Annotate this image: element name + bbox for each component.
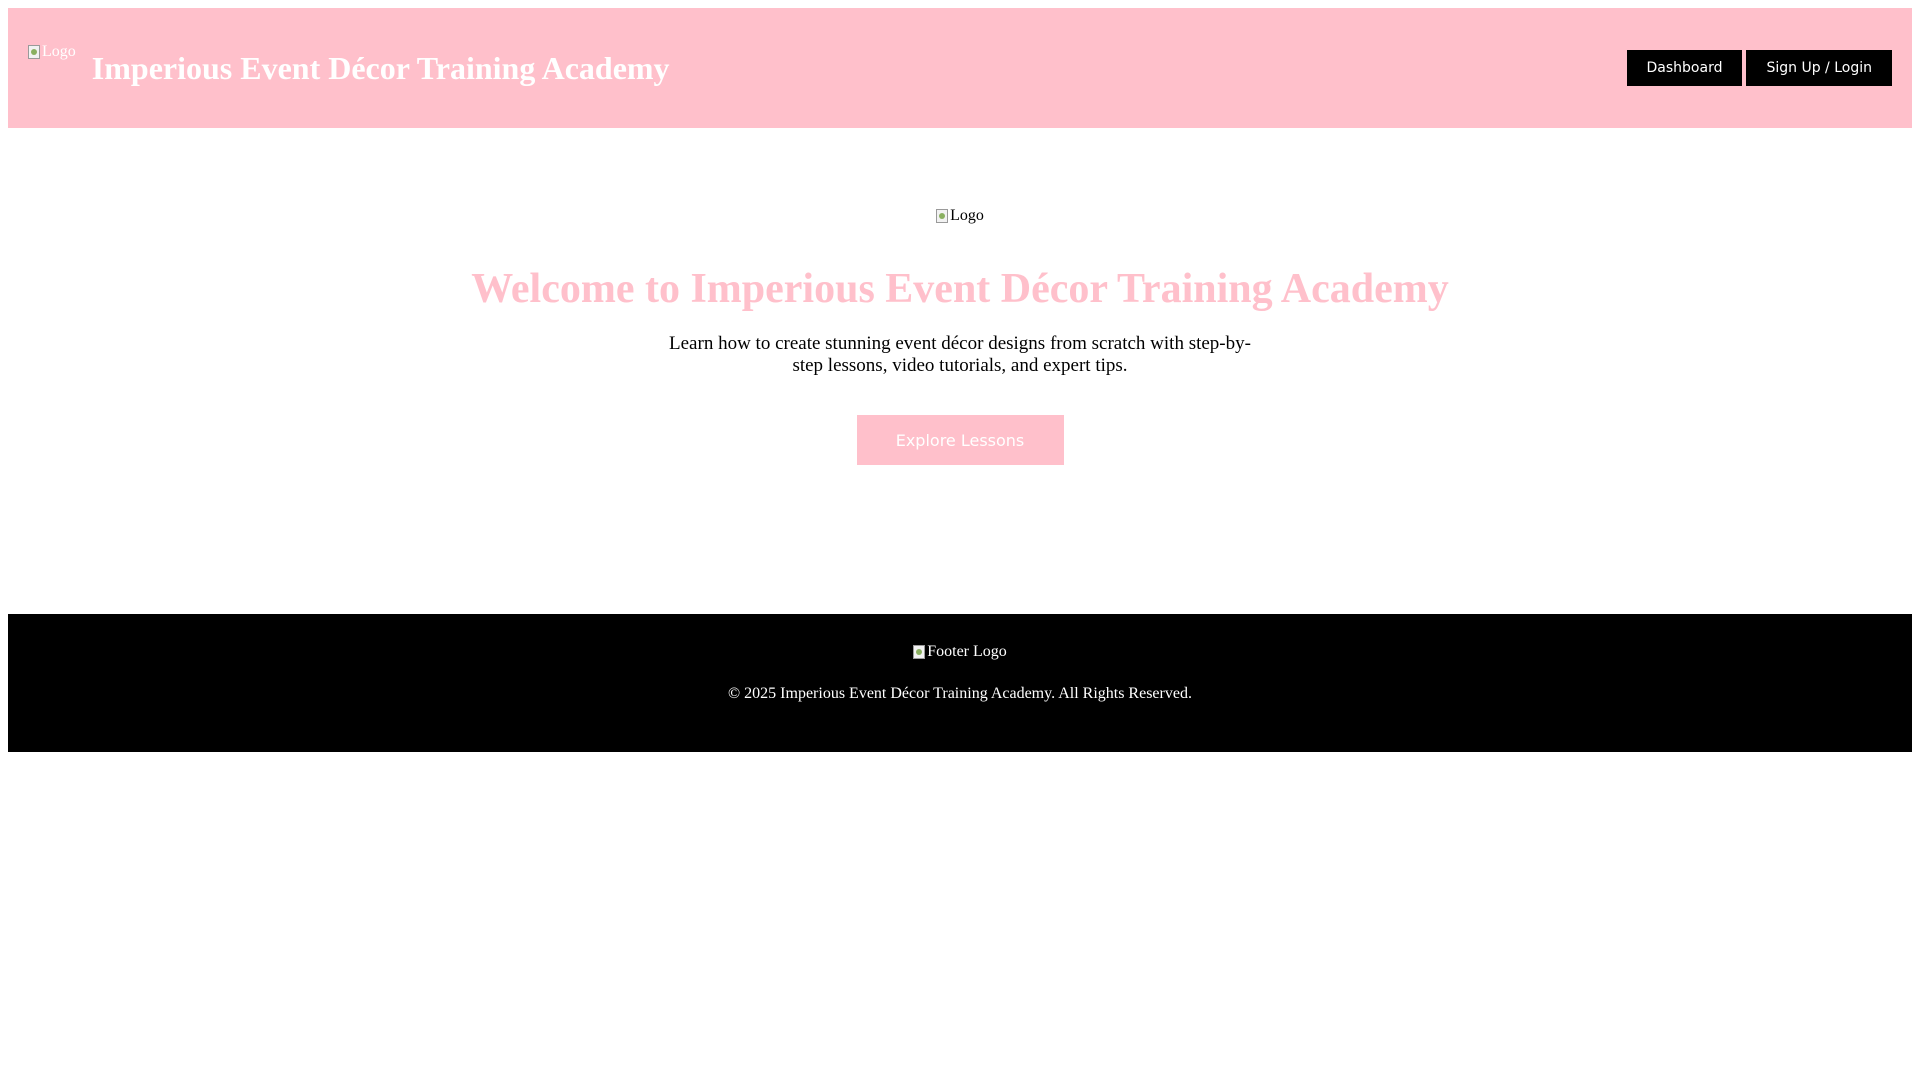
hero-title: Welcome to Imperious Event Décor Trainin… — [471, 266, 1449, 312]
hero-description: Learn how to create stunning event décor… — [669, 333, 1251, 376]
broken-image-icon — [28, 45, 40, 59]
header-nav: Dashboard Sign Up / Login — [1626, 50, 1892, 86]
signup-login-button[interactable]: Sign Up / Login — [1746, 50, 1892, 86]
hero-logo: Logo — [936, 207, 984, 225]
dashboard-button[interactable]: Dashboard — [1626, 50, 1743, 86]
header-logo[interactable]: Logo — [28, 43, 76, 61]
explore-lessons-button[interactable]: Explore Lessons — [856, 415, 1064, 465]
broken-image-icon — [936, 209, 949, 223]
site-title: Imperious Event Décor Training Academy — [91, 49, 670, 86]
footer-logo-alt: Footer Logo — [927, 643, 1007, 660]
site-footer: Footer Logo © 2025 Imperious Event Décor… — [8, 614, 1912, 752]
footer-logo: Footer Logo — [913, 643, 1007, 661]
hero-logo-alt: Logo — [950, 207, 984, 224]
site-header: Logo Imperious Event Décor Training Acad… — [8, 8, 1912, 128]
broken-image-icon — [913, 645, 926, 659]
hero-section: Logo Welcome to Imperious Event Décor Tr… — [8, 128, 1912, 614]
header-logo-alt: Logo — [42, 43, 76, 60]
copyright-text: © 2025 Imperious Event Décor Training Ac… — [728, 685, 1192, 702]
